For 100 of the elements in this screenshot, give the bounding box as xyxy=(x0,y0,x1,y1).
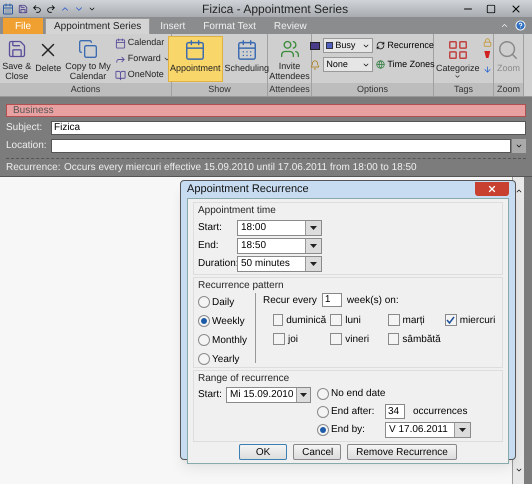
dropdown-button[interactable] xyxy=(454,422,470,436)
radio-button[interactable] xyxy=(317,424,329,436)
checkbox-label: joi xyxy=(288,332,298,346)
dropdown-button[interactable] xyxy=(305,256,321,270)
magnifier-icon xyxy=(497,39,520,61)
group-label: Zoom xyxy=(494,83,523,96)
group-label: Show xyxy=(172,83,267,96)
caret-icon xyxy=(310,226,317,230)
radio-label: End after: xyxy=(331,405,376,419)
close-icon xyxy=(487,184,497,194)
checkbox[interactable] xyxy=(273,333,285,345)
checkbox[interactable] xyxy=(388,333,400,345)
radio-button[interactable] xyxy=(198,296,210,308)
bell-icon xyxy=(310,60,320,70)
scroll-down-icon[interactable] xyxy=(514,466,522,474)
checkbox-label: sâmbătă xyxy=(402,332,441,346)
dropdown-field[interactable]: Busy xyxy=(323,38,374,53)
checkbox[interactable] xyxy=(330,314,342,326)
caret-icon xyxy=(459,428,466,432)
dropdown-button[interactable] xyxy=(305,220,321,234)
scheduling-icon xyxy=(236,39,258,61)
caret-icon xyxy=(310,244,317,248)
radio-label: Monthly xyxy=(212,334,248,348)
forward-icon xyxy=(114,54,126,64)
calendar-icon xyxy=(184,39,206,61)
color-swatch-icon xyxy=(310,42,320,50)
radio-button[interactable] xyxy=(317,406,329,418)
dropdown-field[interactable]: 50 minutes xyxy=(237,256,322,272)
radio-button[interactable] xyxy=(198,315,210,327)
ribbon-button[interactable]: Save & Close xyxy=(0,36,34,82)
close-icon[interactable] xyxy=(510,2,522,14)
checkbox-label: vineri xyxy=(345,332,370,346)
ribbon-tab[interactable]: Appointment Series xyxy=(45,18,150,34)
dropdown-button[interactable] xyxy=(296,388,310,402)
field-label: Recurrence: xyxy=(6,160,62,174)
notebook-icon xyxy=(114,70,126,80)
redo-icon[interactable] xyxy=(46,4,56,14)
checkbox[interactable] xyxy=(388,314,400,326)
group-label: Actions xyxy=(0,83,171,96)
radio-button[interactable] xyxy=(198,353,210,365)
field-label: Start: xyxy=(198,388,222,402)
input-field[interactable] xyxy=(51,138,511,152)
dialog-button[interactable]: Remove Recurrence xyxy=(347,444,457,460)
dialog-title: Appointment Recurrence xyxy=(187,182,309,197)
radio-label: End by: xyxy=(331,423,366,437)
checkbox[interactable] xyxy=(330,333,342,345)
checkbox-label: marți xyxy=(402,314,425,328)
ribbon-button[interactable]: Recurrence xyxy=(376,38,434,52)
ribbon-button[interactable]: Appointment xyxy=(168,36,222,82)
dropdown-button[interactable] xyxy=(305,238,321,252)
dropdown-field[interactable]: 18:50 xyxy=(237,238,322,254)
window-title: Fizica - Appointment Series xyxy=(202,0,350,18)
input-field[interactable]: 34 xyxy=(385,404,405,419)
radio-label: Daily xyxy=(212,296,234,310)
check-icon xyxy=(446,316,456,324)
field-label: Subject: xyxy=(6,121,44,135)
recurrence-summary: Occurs every miercuri effective 15.09.2010 until 17.06.2011 from 18:00 to 18:50 xyxy=(64,160,417,174)
save-icon[interactable] xyxy=(18,4,28,14)
dialog-button[interactable]: OK xyxy=(239,444,288,460)
cycle-icon xyxy=(376,41,386,50)
input-field[interactable]: Fizica xyxy=(51,120,526,134)
checkbox[interactable] xyxy=(444,314,457,326)
checkbox-label: luni xyxy=(345,314,361,328)
ribbon-button[interactable]: Delete xyxy=(33,36,64,82)
maximize-icon[interactable] xyxy=(486,4,496,14)
radio-button[interactable] xyxy=(317,388,329,400)
category-bar: Business xyxy=(6,104,526,117)
app-icon[interactable] xyxy=(2,2,14,14)
dialog-button[interactable]: Cancel xyxy=(293,444,342,460)
group-label: Tags xyxy=(434,83,493,96)
dropdown-field[interactable]: Mi 15.09.2010 xyxy=(226,386,311,402)
checkbox[interactable] xyxy=(273,314,284,326)
field-label: Start: xyxy=(198,221,223,235)
calendar-icon xyxy=(114,38,126,48)
ribbon-button[interactable]: Copy to My Calendar xyxy=(63,36,113,82)
field-label: Location: xyxy=(6,139,48,153)
collapse-ribbon-icon[interactable] xyxy=(500,21,509,30)
help-icon[interactable] xyxy=(515,20,526,31)
checkbox-label: miercuri xyxy=(460,314,496,328)
section-title: Appointment time xyxy=(198,204,277,218)
section-title: Range of recurrence xyxy=(198,372,290,386)
undo-icon[interactable] xyxy=(32,4,42,14)
radio-label: Weekly xyxy=(212,314,245,328)
arrow-down-icon xyxy=(482,65,492,74)
caret-icon xyxy=(310,262,317,266)
dropdown-field[interactable]: V 17.06.2011 xyxy=(385,422,471,438)
status-square-icon xyxy=(326,42,334,49)
input-field[interactable]: 1 xyxy=(322,293,342,307)
lock-icon xyxy=(482,38,492,47)
field-label: Recur every xyxy=(263,294,317,308)
caret-icon xyxy=(300,392,308,396)
checkbox-label: duminică xyxy=(286,314,326,328)
radio-button[interactable] xyxy=(198,334,210,346)
ribbon-button[interactable]: Categorize xyxy=(434,36,482,82)
ribbon-button[interactable]: Time Zones xyxy=(376,58,435,72)
ribbon-button[interactable]: Invite Attendees xyxy=(267,36,312,82)
dropdown-field[interactable]: 18:00 xyxy=(237,220,322,236)
dropdown-field[interactable]: None xyxy=(323,57,374,72)
close-button[interactable] xyxy=(475,182,509,196)
category-grid-icon xyxy=(446,39,469,61)
